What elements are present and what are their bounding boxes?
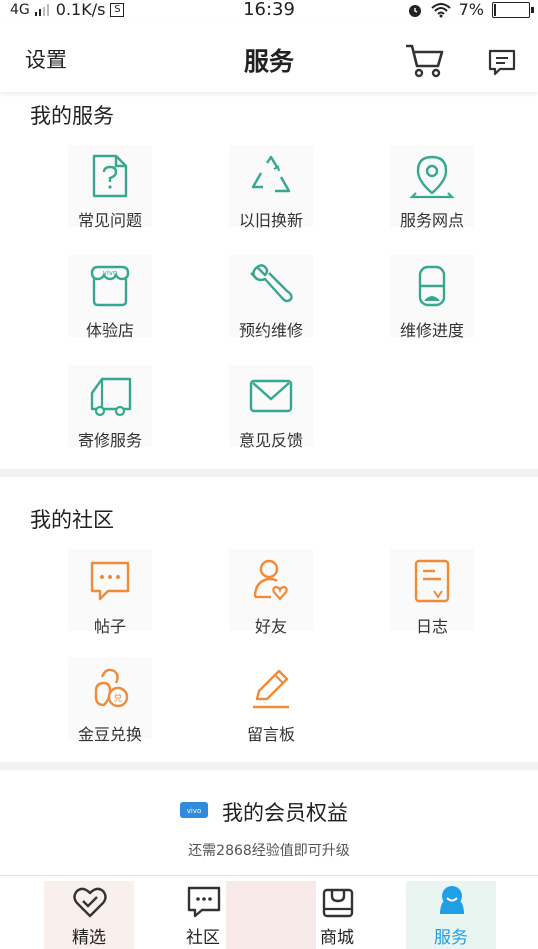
section-title: 我的社区 (30, 508, 114, 532)
community-item-label: 留言板 (246, 725, 295, 744)
question-doc-icon (92, 154, 128, 198)
service-item-label: 常见问题 (77, 211, 142, 230)
header: 设置 服务 (0, 22, 538, 92)
tab-mall[interactable]: 商城 (226, 876, 382, 949)
page-title: 服务 (243, 47, 294, 76)
tab-label: 精选 (72, 928, 106, 948)
tab-label: 服务 (434, 928, 468, 948)
community-item-label: 好友 (254, 617, 287, 636)
message-icon[interactable] (486, 46, 518, 78)
bottom-tab-bar: 精选 社区 商城 服务 (0, 875, 538, 949)
truck-icon (90, 377, 132, 417)
status-bar: 4G 0.1K/s S 16:39 7% (0, 0, 538, 22)
message-icon (187, 886, 221, 918)
tab-label: 商城 (320, 928, 354, 948)
bean-exchange-icon: 兑 (94, 668, 129, 708)
my-community-section: 我的社区 帖子 好友 日志 兑 金豆兑换 留言板 (0, 477, 538, 762)
battery-icon (492, 2, 534, 18)
svg-text:vivo: vivo (103, 269, 118, 277)
member-subtitle: 还需2868经验值即可升级 (188, 843, 350, 859)
my-services-section: 我的服务 常见问题 以旧换新 服务网点 vivo 体验店 预约维修 维修进度 寄… (0, 92, 538, 469)
service-item-label: 以旧换新 (238, 211, 303, 230)
service-item-label: 意见反馈 (238, 431, 303, 450)
community-item-label: 日志 (415, 617, 448, 636)
chat-bubble-icon (90, 561, 130, 601)
location-pin-icon (409, 155, 455, 199)
service-item-label: 服务网点 (399, 211, 464, 230)
member-title: 我的会员权益 (222, 801, 348, 825)
tab-featured[interactable]: 精选 (44, 876, 134, 949)
alarm-icon (408, 5, 421, 17)
service-item-label: 体验店 (85, 321, 134, 340)
friend-heart-icon (253, 559, 288, 601)
heart-check-icon (73, 887, 107, 918)
envelope-icon (249, 379, 293, 413)
svg-text:兑: 兑 (113, 692, 122, 704)
wrench-icon (250, 264, 293, 303)
service-item-label: 维修进度 (399, 321, 464, 340)
log-doc-icon (414, 559, 450, 603)
battery-level (494, 4, 496, 16)
community-item-label: 帖子 (93, 617, 126, 636)
hourglass-icon (418, 265, 446, 307)
service-face-icon (440, 886, 464, 914)
section-title: 我的服务 (30, 104, 114, 128)
member-benefits[interactable]: vivo 我的会员权益 还需2868经验值即可升级 (0, 770, 538, 875)
vivo-logo: vivo (180, 802, 208, 818)
battery-percent: 7% (458, 0, 484, 19)
wifi-icon (430, 3, 451, 18)
service-item-label: 预约维修 (238, 321, 303, 340)
vivo-store-icon: vivo (90, 265, 130, 307)
recycle-icon (251, 155, 291, 193)
community-item-label: 金豆兑换 (77, 725, 142, 744)
tab-service[interactable]: 服务 (406, 876, 496, 949)
service-item-label: 寄修服务 (77, 431, 142, 450)
shopping-bag-icon (322, 888, 354, 918)
pencil-icon (253, 669, 289, 709)
cart-icon[interactable] (404, 42, 446, 78)
svg-text:vivo: vivo (187, 807, 202, 815)
settings-button[interactable]: 设置 (25, 44, 67, 74)
